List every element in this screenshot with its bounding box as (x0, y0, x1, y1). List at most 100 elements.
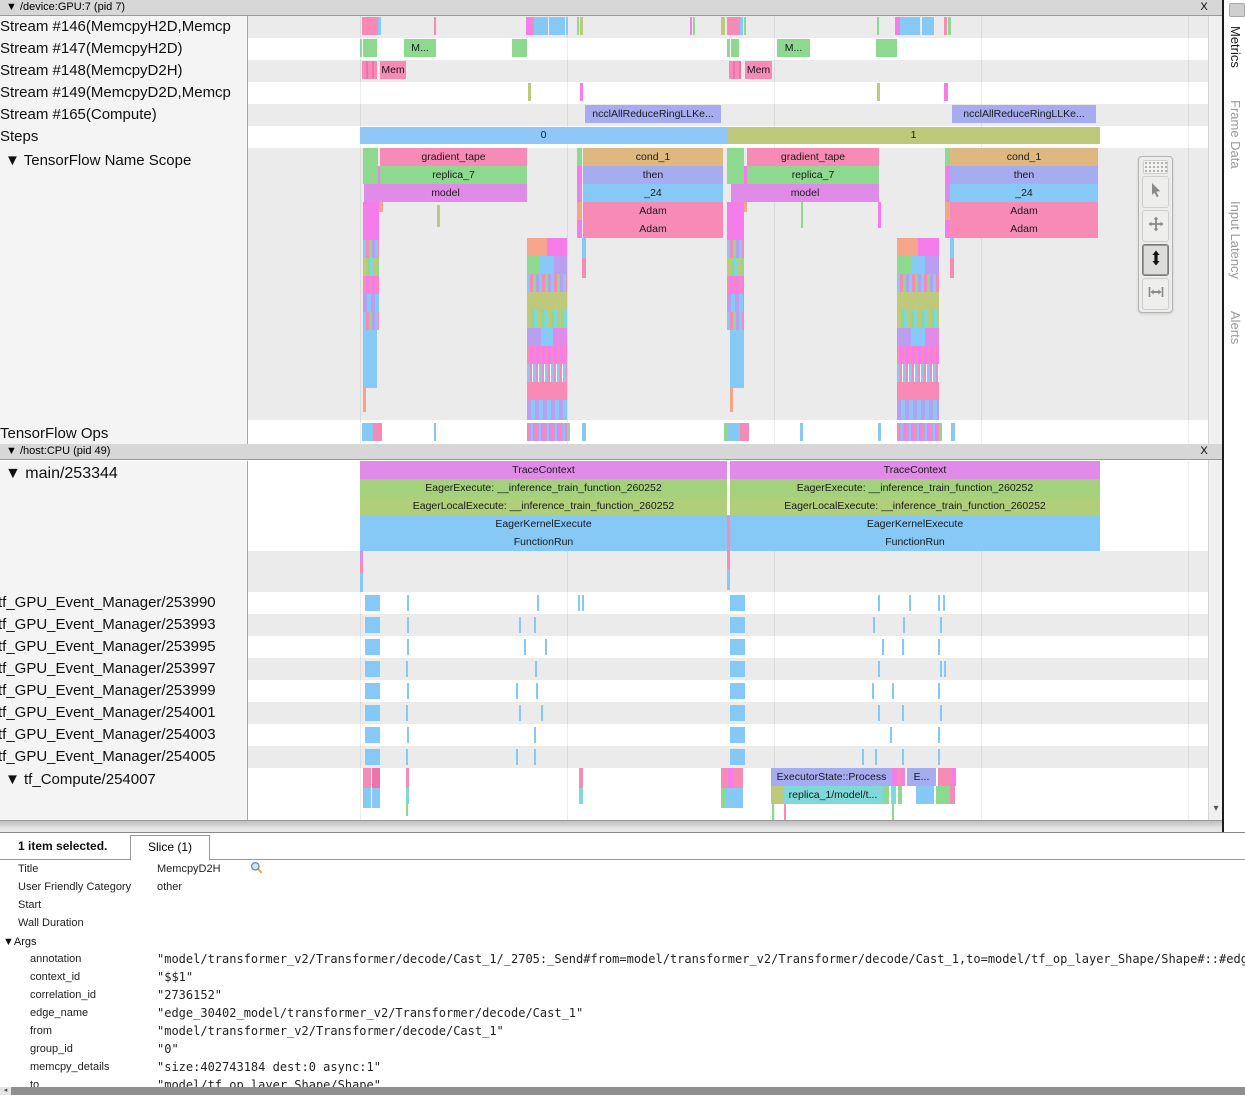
trace-slice[interactable]: EagerExecute: __inference_train_function… (360, 479, 727, 497)
trace-slice[interactable] (579, 768, 583, 788)
trace-slice[interactable]: ncclAllReduceRingLLKe... (585, 105, 721, 123)
trace-slice[interactable] (577, 148, 582, 166)
trace-slice[interactable] (911, 256, 925, 274)
trace-slice[interactable] (938, 683, 940, 699)
trace-slice[interactable]: cond_1 (950, 148, 1098, 166)
trace-slice[interactable]: Adam (950, 220, 1098, 238)
trace-slice[interactable] (897, 328, 911, 346)
track-label[interactable]: ▼ TensorFlow Name Scope (5, 151, 191, 171)
trace-slice[interactable] (729, 61, 741, 79)
gpu-section-title[interactable]: ▼ /device:GPU:7 (pid 7) (6, 0, 125, 15)
trace-slice[interactable] (516, 683, 518, 699)
trace-slice[interactable]: TraceContext (730, 461, 1100, 479)
sidebar-tab-metrics[interactable]: Metrics (1225, 26, 1245, 68)
trace-slice[interactable] (363, 202, 379, 240)
gpu-section-header[interactable]: ▼ /device:GPU:7 (pid 7) X (0, 0, 1222, 16)
trace-slice[interactable] (883, 786, 889, 804)
trace-slice[interactable] (878, 595, 880, 611)
magnifier-icon[interactable] (250, 861, 263, 877)
trace-slice[interactable] (527, 382, 567, 400)
trace-slice[interactable] (406, 768, 409, 788)
trace-slice[interactable] (360, 551, 363, 563)
trace-slice[interactable] (437, 205, 440, 227)
trace-slice[interactable] (873, 617, 875, 633)
trace-slice[interactable] (897, 292, 939, 310)
trace-slice[interactable]: Adam (950, 202, 1098, 220)
trace-slice[interactable] (690, 17, 692, 35)
trace-slice[interactable] (727, 258, 744, 276)
trace-slice[interactable] (582, 423, 586, 441)
trace-slice[interactable] (951, 423, 955, 441)
sidebar-tab-frame-data[interactable]: Frame Data (1225, 100, 1245, 169)
trace-slice[interactable] (363, 148, 378, 184)
trace-slice[interactable] (379, 202, 383, 212)
bottom-horizontal-scrollbar[interactable]: ◂ (0, 1087, 1245, 1095)
trace-slice[interactable] (363, 312, 379, 330)
trace-slice[interactable] (728, 423, 740, 441)
trace-slice[interactable] (878, 423, 881, 441)
trace-slice[interactable] (730, 749, 745, 765)
trace-slice[interactable] (365, 639, 380, 655)
args-section-header[interactable]: ▼Args (0, 932, 1245, 950)
trace-slice[interactable]: _24 (950, 184, 1098, 202)
trace-slice[interactable] (730, 595, 745, 611)
trace-slice[interactable] (362, 61, 377, 79)
trace-slice[interactable] (877, 17, 879, 35)
selection-tool-button[interactable] (1142, 176, 1169, 208)
trace-slice[interactable] (365, 683, 380, 699)
trace-slice[interactable] (512, 39, 527, 57)
trace-slice[interactable]: 1 (727, 127, 1100, 144)
trace-slice[interactable]: Mem (745, 61, 772, 79)
trace-slice[interactable] (733, 768, 743, 788)
trace-slice[interactable] (527, 292, 567, 310)
trace-slice[interactable] (372, 788, 380, 808)
trace-slice[interactable] (730, 705, 745, 721)
trace-slice[interactable] (527, 238, 547, 256)
trace-slice[interactable] (897, 256, 911, 274)
trace-slice[interactable] (407, 639, 409, 655)
trace-slice[interactable] (549, 17, 565, 35)
trace-slice[interactable] (524, 639, 526, 655)
trace-slice[interactable]: EagerKernelExecute (360, 515, 727, 533)
trace-slice[interactable] (372, 768, 380, 788)
track-label[interactable]: ▼ tf_Compute/254007 (5, 770, 156, 790)
trace-slice[interactable] (862, 749, 864, 765)
trace-slice[interactable] (407, 727, 409, 743)
trace-slice[interactable] (360, 573, 363, 592)
trace-slice[interactable] (730, 330, 744, 388)
trace-slice[interactable] (540, 256, 554, 274)
trace-slice[interactable] (363, 768, 371, 788)
trace-slice[interactable] (733, 788, 743, 808)
trace-slice[interactable] (434, 17, 436, 35)
trace-slice[interactable] (878, 202, 881, 228)
trace-slice[interactable] (527, 423, 567, 441)
trace-slice[interactable] (784, 804, 786, 820)
trace-slice[interactable] (582, 258, 586, 278)
trace-slice[interactable] (406, 661, 408, 677)
vertical-scrollbar[interactable]: ▾ (1208, 16, 1223, 820)
trace-slice[interactable] (541, 705, 543, 721)
trace-slice[interactable] (878, 661, 880, 677)
trace-slice[interactable] (882, 639, 884, 655)
trace-slice[interactable] (730, 388, 733, 412)
trace-slice[interactable] (897, 346, 939, 364)
trace-slice[interactable]: EagerLocalExecute: __inference_train_fun… (730, 497, 1100, 515)
trace-slice[interactable] (925, 328, 939, 346)
trace-slice[interactable] (944, 661, 946, 677)
trace-slice[interactable] (740, 423, 749, 441)
trace-slice[interactable] (693, 17, 695, 35)
trace-slice[interactable]: TraceContext (360, 461, 727, 479)
trace-slice[interactable] (577, 184, 582, 202)
trace-slice[interactable] (519, 617, 521, 633)
trace-slice[interactable]: ncclAllReduceRingLLKe... (952, 105, 1096, 123)
trace-slice[interactable] (876, 39, 897, 57)
trace-slice[interactable] (434, 423, 436, 441)
trace-slice[interactable] (579, 788, 583, 804)
trace-slice[interactable] (582, 238, 586, 258)
trace-slice[interactable] (363, 39, 377, 57)
trace-slice[interactable] (890, 727, 892, 743)
trace-slice[interactable] (365, 617, 380, 633)
cpu-section-header[interactable]: ▼ /host:CPU (pid 49) X (0, 444, 1222, 460)
args-label[interactable]: ▼Args (3, 936, 37, 948)
trace-slice[interactable] (527, 310, 567, 328)
